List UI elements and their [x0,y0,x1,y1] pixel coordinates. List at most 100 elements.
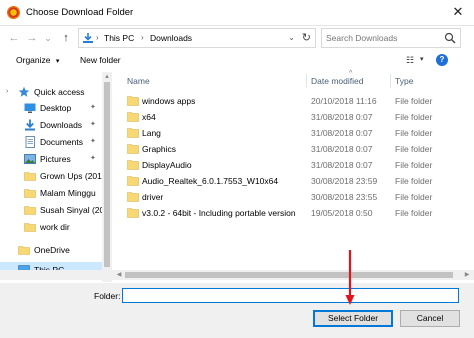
navigation-pane: › Quick access Desktop ✦ Downloads ✦ Doc… [0,72,112,282]
file-row[interactable]: Lang 31/08/2018 0:07 File folder [113,125,463,141]
refresh-icon[interactable]: ↻ [302,31,311,44]
pictures-icon [24,154,36,164]
file-type: File folder [395,160,433,170]
address-dropdown-icon[interactable]: ⌄ [288,33,295,42]
scroll-left-arrow-icon[interactable]: ◀ [114,270,124,280]
sidebar-item-malam-minggu[interactable]: Malam Minggu [0,185,102,201]
folder-icon [24,172,36,181]
file-row[interactable]: driver 30/08/2018 23:55 File folder [113,189,463,205]
scroll-right-arrow-icon[interactable]: ▶ [462,270,472,280]
column-header-type[interactable]: Type [395,74,413,88]
sidebar-item-downloads[interactable]: Downloads ✦ [0,117,102,133]
close-button[interactable]: ✕ [448,3,468,21]
column-header-name[interactable]: Name [127,74,150,88]
file-name: driver [142,192,164,202]
sidebar-item-pictures[interactable]: Pictures ✦ [0,151,102,167]
file-type: File folder [395,208,433,218]
horizontal-scrollbar[interactable]: ◀ ▶ [0,270,474,280]
scroll-up-arrow-icon[interactable]: ▲ [102,72,112,82]
file-row[interactable]: DisplayAudio 31/08/2018 0:07 File folder [113,157,463,173]
folder-icon [24,223,36,232]
file-date: 31/08/2018 0:07 [311,128,373,138]
address-bar[interactable]: › This PC › Downloads ⌄ ↻ [78,28,316,48]
dialog-button-row: Select Folder Cancel [0,307,474,338]
sidebar-item-desktop[interactable]: Desktop ✦ [0,100,102,116]
sidebar-item-onedrive[interactable]: OneDrive [0,242,102,258]
breadcrumb-downloads[interactable]: Downloads [150,33,192,43]
expand-chevron-icon[interactable]: › [6,84,8,100]
breadcrumb-this-pc[interactable]: This PC [104,33,134,43]
folder-icon [127,112,139,122]
folder-icon [127,176,139,186]
file-row[interactable]: v3.0.2 - 64bit - Including portable vers… [113,205,463,221]
folder-icon [127,144,139,154]
pin-icon: ✦ [90,138,96,145]
help-icon[interactable]: ? [436,54,448,66]
column-divider[interactable] [390,74,391,88]
file-date: 30/08/2018 23:55 [311,192,378,202]
sidebar-item-quick-access[interactable]: › Quick access [0,84,102,100]
folder-icon [127,128,139,138]
sidebar-item-label: Susah Sinyal (201 [40,205,102,215]
column-header-date-modified[interactable]: Date modified [311,74,363,88]
recent-locations-chevron-icon[interactable]: ⌄ [40,29,56,47]
pin-icon: ✦ [90,155,96,162]
breadcrumb-separator: › [141,33,144,42]
navigation-pane-scrollbar[interactable]: ▲ ▼ [102,72,112,282]
file-row[interactable]: Graphics 31/08/2018 0:07 File folder [113,141,463,157]
sidebar-item-label: Quick access [34,87,85,97]
search-icon[interactable] [444,32,456,44]
search-box[interactable] [321,28,461,48]
organize-button[interactable]: Organize ▾ [16,53,59,67]
breadcrumb-separator: › [96,33,99,42]
back-arrow-icon[interactable]: ← [6,29,22,47]
file-type: File folder [395,112,433,122]
pin-icon: ✦ [90,121,96,128]
column-divider[interactable] [306,74,307,88]
folder-icon [127,96,139,106]
sidebar-item-label: work dir [40,222,70,232]
file-name: Graphics [142,144,177,154]
select-folder-button[interactable]: Select Folder [313,310,393,327]
download-icon [25,119,35,131]
sidebar-item-susah-sinyal[interactable]: Susah Sinyal (201 [0,202,102,218]
file-date: 20/10/2018 11:16 [311,96,377,106]
file-type: File folder [395,192,433,202]
organize-label: Organize [16,55,51,65]
file-type: File folder [395,128,433,138]
view-options-caret-icon[interactable]: ▾ [420,53,424,67]
folder-label: Folder: [94,291,121,301]
search-input[interactable] [326,32,436,44]
sidebar-item-label: Grown Ups (2010 [40,171,102,181]
sidebar-item-label: Pictures [40,154,71,164]
file-date: 31/08/2018 0:07 [311,112,373,122]
sidebar-item-label: Malam Minggu [40,188,96,198]
scroll-thumb[interactable] [104,82,110,267]
file-date: 31/08/2018 0:07 [311,160,373,170]
new-folder-button[interactable]: New folder [80,53,121,67]
file-date: 30/08/2018 23:59 [311,176,378,186]
file-type: File folder [395,176,433,186]
pin-icon: ✦ [90,104,96,111]
file-row[interactable]: windows apps 20/10/2018 11:16 File folde… [113,93,463,109]
folder-icon [127,192,139,202]
cancel-button[interactable]: Cancel [400,310,460,327]
file-row[interactable]: x64 31/08/2018 0:07 File folder [113,109,463,125]
sidebar-item-work-dir[interactable]: work dir [0,219,102,235]
up-arrow-icon[interactable]: ↑ [58,29,74,47]
downloads-folder-icon [83,33,93,43]
forward-arrow-icon[interactable]: → [24,29,40,47]
folder-icon [24,189,36,198]
onedrive-icon [18,246,30,255]
title-bar: Choose Download Folder ✕ [0,0,474,26]
scroll-thumb[interactable] [125,272,453,278]
sidebar-item-documents[interactable]: Documents ✦ [0,134,102,150]
folder-input[interactable] [122,288,459,303]
view-options-icon[interactable]: ☷ [406,53,414,67]
folder-icon [127,208,139,218]
documents-icon [25,136,35,148]
folder-icon [127,160,139,170]
sidebar-item-grown-ups[interactable]: Grown Ups (2010 [0,168,102,184]
file-row[interactable]: Audio_Realtek_6.0.1.7553_W10x64 30/08/20… [113,173,463,189]
file-date: 31/08/2018 0:07 [311,144,373,154]
